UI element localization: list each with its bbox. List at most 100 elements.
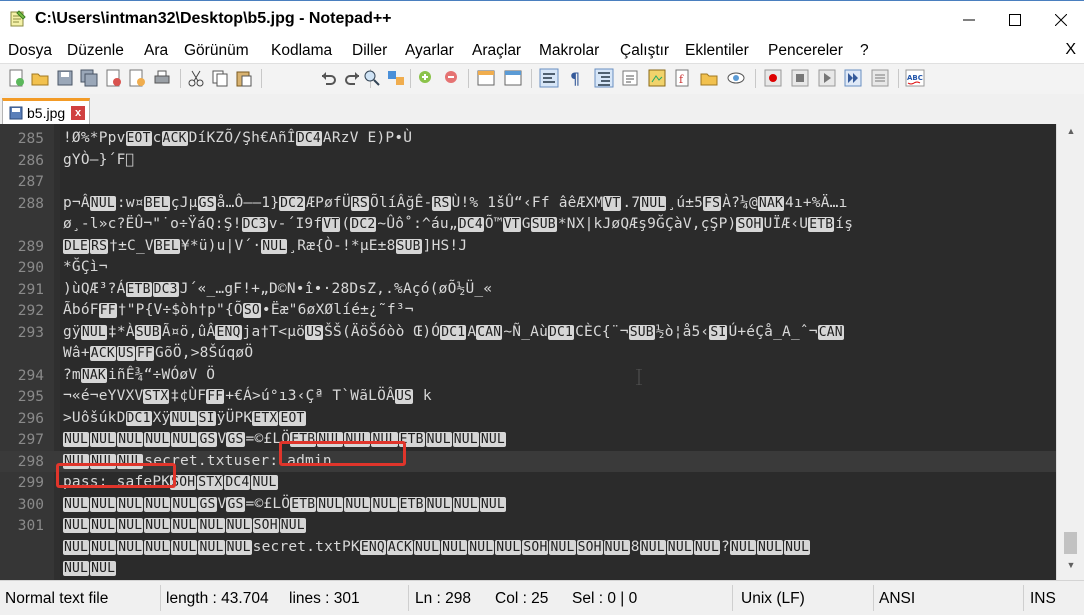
- menu-araclar[interactable]: Araçlar: [472, 42, 521, 60]
- editor-line[interactable]: 293 gÿNUL ‡*ÀSUB Ã¤ö,ûÂENQ ja†T<µöUS ŠŠ(ÄöŠóò…: [0, 322, 1056, 344]
- print-icon[interactable]: [152, 68, 172, 88]
- maximize-button[interactable]: [992, 1, 1038, 38]
- control-char-badge: ETB: [398, 496, 425, 512]
- line-number: 285: [17, 131, 44, 147]
- menu-gorunum[interactable]: Görünüm: [184, 42, 249, 60]
- tab-b5-jpg[interactable]: b5.jpg x: [2, 98, 90, 124]
- menu-kodlama[interactable]: Kodlama: [271, 42, 332, 60]
- play-macro-icon[interactable]: [817, 68, 837, 88]
- editor-line[interactable]: 301 NUL NUL NUL NUL NUL NUL NUL SOH NUL: [0, 515, 1056, 537]
- menu-ara[interactable]: Ara: [144, 42, 168, 60]
- status-eol[interactable]: Unix (LF): [741, 590, 805, 608]
- text-run: ¬«é¬eYVXV: [63, 388, 144, 404]
- control-char-badge: ACK: [386, 539, 414, 555]
- minimize-button[interactable]: [946, 1, 992, 38]
- redo-icon[interactable]: [343, 68, 363, 88]
- close-file-icon[interactable]: [103, 68, 123, 88]
- scroll-down-icon[interactable]: ▼: [1057, 560, 1084, 578]
- new-file-icon[interactable]: [6, 68, 26, 88]
- menu-pencereler[interactable]: Pencereler: [768, 42, 843, 60]
- save-icon[interactable]: [55, 68, 75, 88]
- text-run: ]HS!J: [422, 237, 468, 254]
- close-window-button[interactable]: [1038, 1, 1084, 38]
- spell-check-icon[interactable]: ABC: [905, 68, 925, 88]
- zoom-out-icon[interactable]: [442, 68, 462, 88]
- highlight-pass-safe: [56, 463, 176, 488]
- status-insert-mode[interactable]: INS: [1030, 590, 1056, 608]
- save-macro-icon[interactable]: [870, 68, 890, 88]
- user-lang-icon[interactable]: [620, 68, 640, 88]
- menu-help[interactable]: ?: [860, 42, 869, 60]
- open-file-icon[interactable]: [30, 68, 50, 88]
- control-char-badge: ACK: [161, 131, 188, 146]
- text-run: ¥*ü)u|V´·: [180, 237, 262, 254]
- editor-line[interactable]: 290 *ĞÇì¬: [0, 257, 1056, 279]
- show-all-chars-icon[interactable]: ¶: [565, 68, 585, 88]
- find-icon[interactable]: [362, 68, 382, 88]
- close-all-icon[interactable]: [127, 68, 147, 88]
- editor-line[interactable]: NUL NUL NUL NUL NUL NUL NUL secret.txtPKENQ ACK N…: [0, 537, 1056, 559]
- copy-icon[interactable]: [210, 68, 230, 88]
- menu-makrolar[interactable]: Makrolar: [539, 42, 599, 60]
- doc-map-icon[interactable]: [647, 68, 667, 88]
- close-document-x[interactable]: X: [1065, 41, 1076, 59]
- menu-eklentiler[interactable]: Eklentiler: [685, 42, 749, 60]
- text-run: ?m: [63, 366, 81, 383]
- control-char-badge: NUL: [729, 539, 757, 555]
- editor-line[interactable]: 288 p¬ÂNUL:w¤BEL çJµGS å…Ô——1}DC2 ÆPøfÜRS Õlí…: [0, 193, 1056, 215]
- control-char-badge: SOH: [736, 217, 763, 232]
- editor-line[interactable]: 291)ùQÆ³?ÁETB DC3 J´«_…gF!+„D©N•î•·28DsZ,.…: [0, 279, 1056, 301]
- monitoring-icon[interactable]: [726, 68, 746, 88]
- editor-line[interactable]: 294 ?mNAK iñÊ¾“÷WÓøV Ö: [0, 365, 1056, 387]
- menu-diller[interactable]: Diller: [352, 42, 387, 60]
- record-macro-icon[interactable]: [763, 68, 783, 88]
- editor-line[interactable]: 287: [0, 171, 1056, 193]
- text-run: secret.txtPK: [252, 538, 360, 555]
- menu-duzenle[interactable]: Düzenle: [67, 42, 124, 60]
- scroll-up-icon[interactable]: ▲: [1057, 126, 1084, 144]
- menu-ayarlar[interactable]: Ayarlar: [405, 42, 454, 60]
- editor-line[interactable]: Wâ+ACK US FF GõÖ,>8ŠúqøÖ: [0, 343, 1056, 365]
- scroll-thumb[interactable]: [1064, 532, 1077, 554]
- tab-close-button[interactable]: x: [71, 106, 85, 120]
- stop-macro-icon[interactable]: [790, 68, 810, 88]
- editor-line[interactable]: 300 NUL NUL NUL NUL NUL GS VGS =©£LÖETB NUL NUL NUL…: [0, 494, 1056, 516]
- control-char-badge: FF: [135, 346, 155, 361]
- editor-line[interactable]: 285 !Ø%*PpvEOT cACK DíKZÕ/Şh€AñÎDC4 ARzV E)P…: [0, 128, 1056, 150]
- control-char-badge: CAN: [817, 324, 844, 340]
- control-char-badge: SUB: [530, 217, 557, 232]
- menu-calistir[interactable]: Çalıştır: [620, 42, 669, 60]
- replace-icon[interactable]: [386, 68, 406, 88]
- text-run: À?¼@: [722, 194, 758, 211]
- sync-horizontal-icon[interactable]: [503, 68, 523, 88]
- paste-icon[interactable]: [234, 68, 254, 88]
- vertical-scrollbar[interactable]: ▲ ▼: [1056, 124, 1084, 580]
- word-wrap-icon[interactable]: [539, 68, 559, 88]
- editor-line[interactable]: 292 ÃbóFFF †"P{V÷$òh†p"{ÕSO •Ëæ"6øXØlíé±¿˜f…: [0, 300, 1056, 322]
- undo-icon[interactable]: [318, 68, 338, 88]
- status-encoding[interactable]: ANSI: [879, 590, 915, 608]
- toolbar-separator: [531, 69, 532, 88]
- editor-line[interactable]: ø¸-l»c?ËÛ¬"˙o÷ŸáQ:Ş!DC3 v-´I9fVT (DC2 ~Ûô˚:…: [0, 214, 1056, 236]
- control-char-badge: NUL: [225, 539, 252, 555]
- folder-workspace-icon[interactable]: [699, 68, 719, 88]
- control-char-badge: NUL: [90, 496, 117, 512]
- function-list-icon[interactable]: f: [673, 68, 693, 88]
- line-text: >UôšúkDDC1 XÿNUL SI ÿÜPKETX EOT: [63, 410, 307, 426]
- editor-line[interactable]: 289 DLE RS †±C_VBEL ¥*ü)u|V´·NUL ¸Ræ{Ò-!*µE±8…: [0, 236, 1056, 258]
- text-run: G: [521, 216, 531, 232]
- menu-dosya[interactable]: Dosya: [8, 42, 52, 60]
- editor-line[interactable]: 297 NUL NUL NUL NUL NUL GS VGS =©£LÖETB NUL NUL NUL…: [0, 429, 1056, 451]
- save-all-icon[interactable]: [79, 68, 99, 88]
- indent-guide-icon[interactable]: [594, 68, 614, 88]
- editor-line[interactable]: 295 ¬«é¬eYVXVSTX ‡¢ÙFFF +€Á>ú°ı3‹Çª T`WãLÖÂ…: [0, 386, 1056, 408]
- editor-area[interactable]: 285 !Ø%*PpvEOT cACK DíKZÕ/Şh€AñÎDC4 ARzV E)P…: [0, 124, 1084, 580]
- sync-vertical-icon[interactable]: [476, 68, 496, 88]
- editor-line[interactable]: NUL NUL: [0, 558, 1056, 580]
- editor-line[interactable]: 286 gYÒ—}´F⃞: [0, 150, 1056, 172]
- zoom-in-icon[interactable]: [416, 68, 436, 88]
- editor-line[interactable]: 296 >UôšúkDDC1 XÿNUL SI ÿÜPKETX EOT: [0, 408, 1056, 430]
- cut-icon[interactable]: [186, 68, 206, 88]
- control-char-badge: SUB: [628, 324, 655, 340]
- run-macro-multiple-icon[interactable]: [843, 68, 863, 88]
